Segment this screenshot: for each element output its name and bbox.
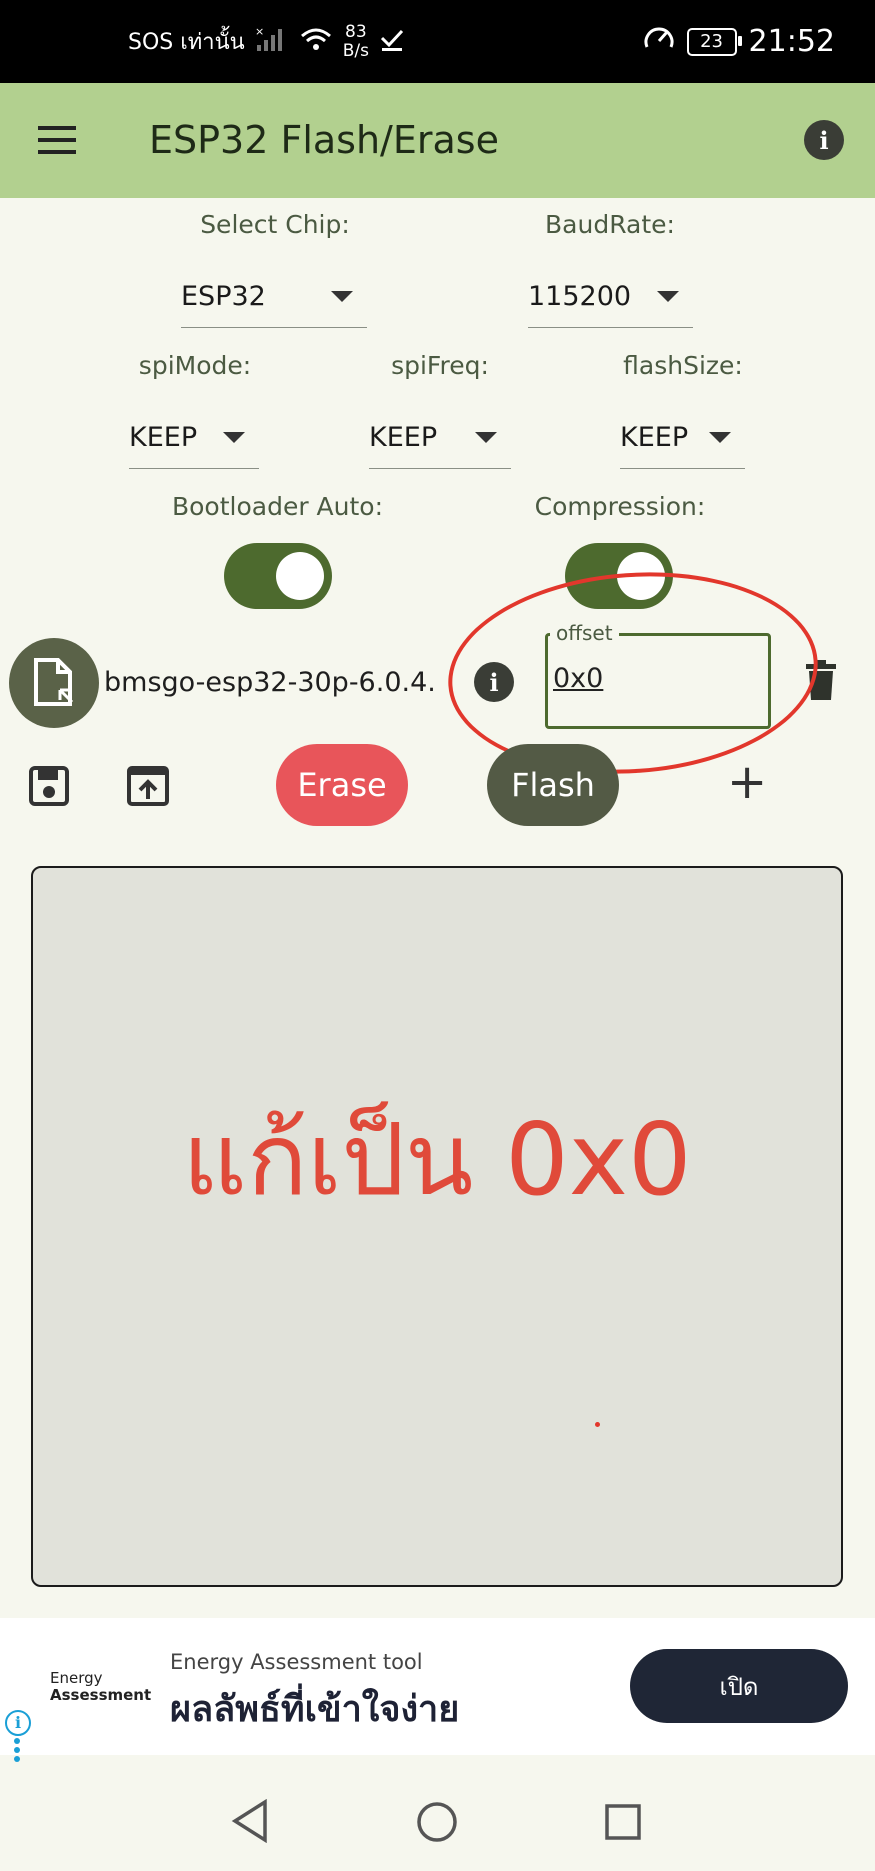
clock: 21:52 bbox=[748, 24, 835, 59]
svg-text:×: × bbox=[255, 25, 264, 38]
spi-mode-select[interactable]: KEEP bbox=[129, 407, 259, 469]
back-icon[interactable] bbox=[230, 1798, 270, 1847]
chevron-down-icon bbox=[331, 291, 353, 302]
chip-value: ESP32 bbox=[181, 281, 266, 312]
chip-select[interactable]: ESP32 bbox=[181, 266, 367, 328]
chip-label: Select Chip: bbox=[200, 210, 350, 239]
battery-level: 23 bbox=[700, 31, 723, 52]
ad-brand-logo: Energy Assessment bbox=[50, 1670, 151, 1704]
status-bar: SOS เท่านั้น × 83 B/s 23 21:52 bbox=[0, 0, 875, 83]
baud-select[interactable]: 115200 bbox=[528, 266, 693, 328]
spi-mode-label: spiMode: bbox=[138, 351, 252, 380]
hamburger-icon[interactable] bbox=[38, 124, 78, 156]
flash-size-value: KEEP bbox=[620, 422, 689, 453]
bootloader-label: Bootloader Auto: bbox=[171, 492, 384, 521]
chevron-down-icon bbox=[657, 291, 679, 302]
baud-value: 115200 bbox=[528, 281, 632, 312]
recents-icon[interactable] bbox=[604, 1803, 642, 1845]
battery-icon: 23 bbox=[686, 27, 742, 56]
app-bar: ESP32 Flash/Erase i bbox=[0, 83, 875, 198]
toggle-knob bbox=[276, 552, 324, 600]
carrier-text: SOS เท่านั้น bbox=[128, 30, 245, 55]
file-select-icon bbox=[34, 658, 74, 706]
add-button[interactable]: + bbox=[727, 758, 767, 806]
annotation-text: แก้เป็น 0x0 bbox=[182, 1101, 692, 1218]
net-speed-value: 83 bbox=[345, 21, 367, 42]
navigation-bar bbox=[0, 1774, 875, 1871]
home-icon[interactable] bbox=[416, 1801, 458, 1847]
flash-button[interactable]: Flash bbox=[487, 744, 619, 826]
status-right: 23 21:52 bbox=[643, 0, 835, 83]
app-title: ESP32 Flash/Erase bbox=[149, 118, 499, 162]
open-upload-icon[interactable] bbox=[127, 766, 169, 810]
spi-mode-value: KEEP bbox=[129, 422, 198, 453]
check-icon bbox=[379, 26, 405, 58]
ad-info-icon[interactable]: i bbox=[5, 1710, 31, 1736]
ad-open-button[interactable]: เปิด bbox=[630, 1649, 848, 1723]
erase-button[interactable]: Erase bbox=[276, 744, 408, 826]
spi-freq-label: spiFreq: bbox=[391, 351, 489, 380]
speedometer-icon bbox=[643, 23, 675, 61]
ad-brand-line2: Assessment bbox=[50, 1686, 152, 1704]
ad-headline: ผลลัพธ์ที่เข้าใจง่าย bbox=[170, 1689, 460, 1730]
file-name: bmsgo-esp32-30p-6.0.4. bbox=[104, 667, 436, 698]
baud-label: BaudRate: bbox=[545, 210, 675, 239]
flash-size-label: flashSize: bbox=[623, 351, 743, 380]
compression-label: Compression: bbox=[534, 492, 706, 521]
signal-icon: × bbox=[255, 25, 289, 59]
ad-banner[interactable]: i Energy Assessment Energy Assessment to… bbox=[0, 1618, 875, 1762]
wifi-icon bbox=[299, 25, 333, 59]
chevron-down-icon bbox=[709, 432, 731, 443]
ad-more-icon[interactable] bbox=[14, 1738, 20, 1768]
ad-brand-line1: Energy bbox=[50, 1669, 103, 1687]
ad-subtitle: Energy Assessment tool bbox=[170, 1650, 423, 1674]
annotation-circle bbox=[441, 560, 825, 786]
spi-freq-select[interactable]: KEEP bbox=[369, 407, 511, 469]
bootloader-toggle[interactable] bbox=[224, 543, 332, 609]
chevron-down-icon bbox=[223, 432, 245, 443]
status-left: SOS เท่านั้น × 83 B/s bbox=[128, 0, 405, 83]
spi-freq-value: KEEP bbox=[369, 422, 438, 453]
info-icon[interactable]: i bbox=[804, 120, 844, 160]
chevron-down-icon bbox=[475, 432, 497, 443]
net-speed-unit: B/s bbox=[342, 40, 369, 61]
net-speed: 83 B/s bbox=[342, 21, 369, 61]
annotation-dot bbox=[595, 1422, 600, 1427]
flash-size-select[interactable]: KEEP bbox=[620, 407, 745, 469]
save-icon[interactable] bbox=[29, 766, 69, 810]
select-file-button[interactable] bbox=[9, 638, 99, 728]
